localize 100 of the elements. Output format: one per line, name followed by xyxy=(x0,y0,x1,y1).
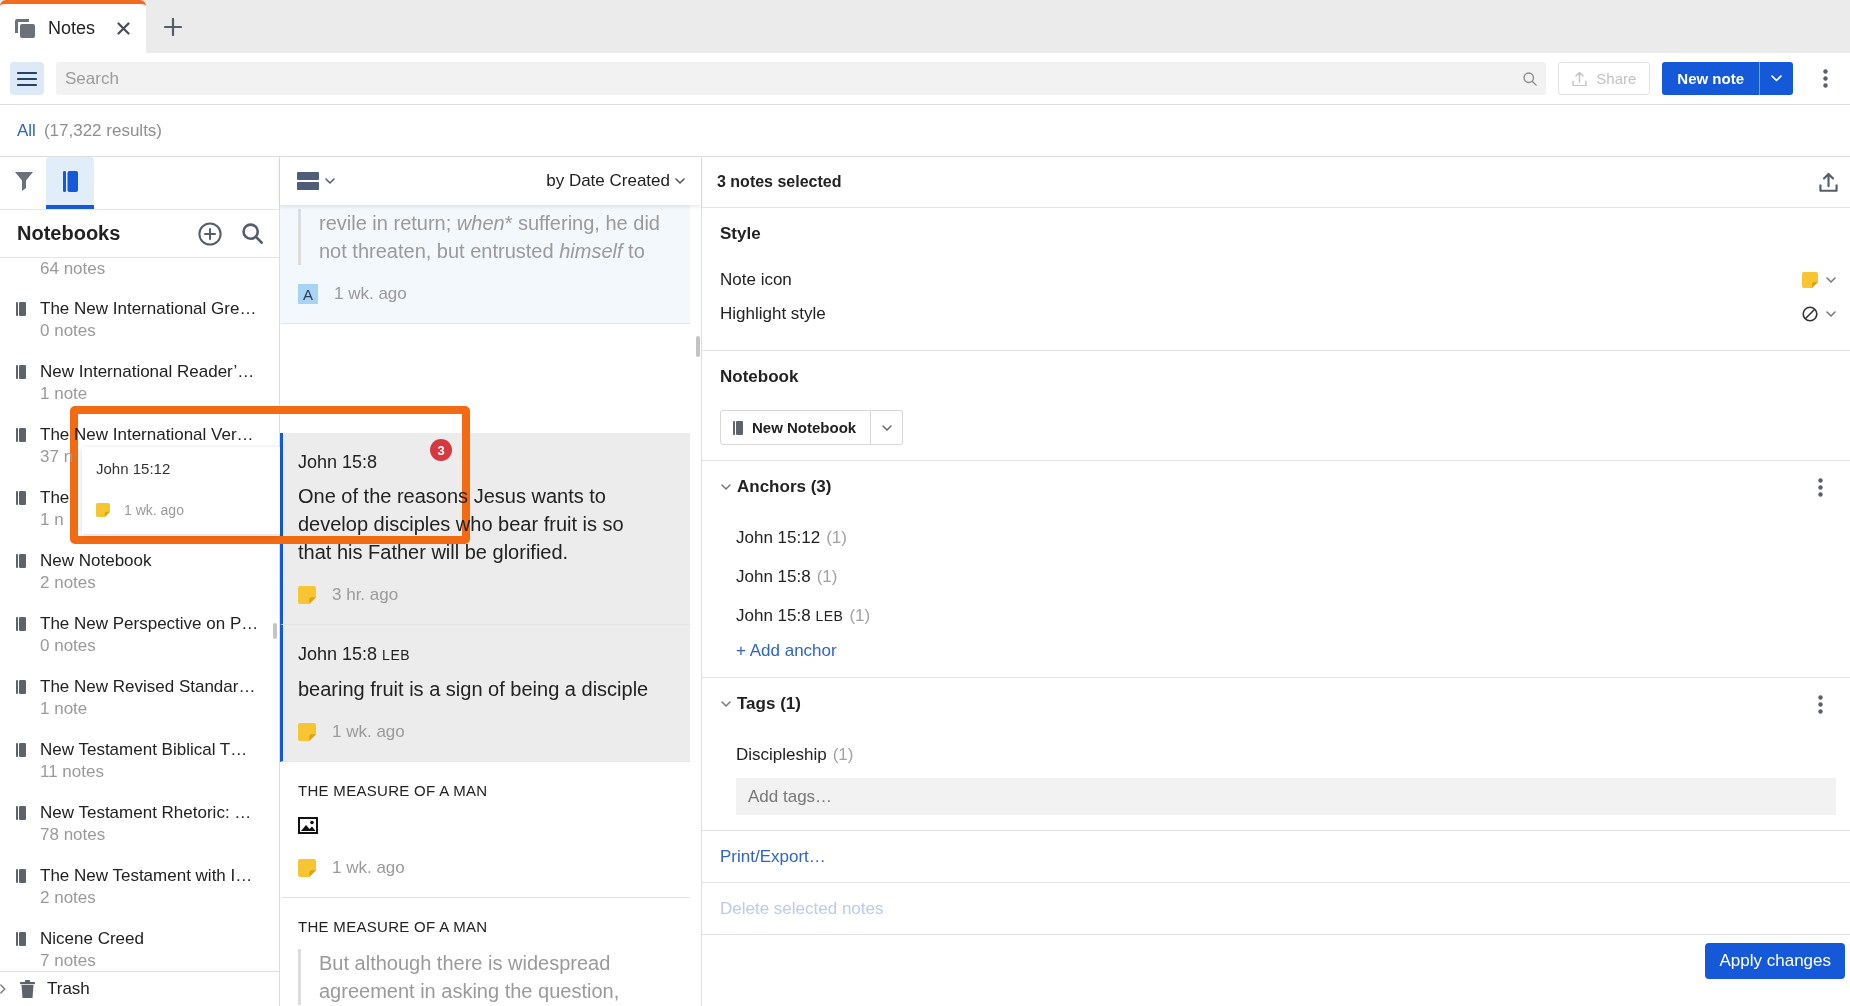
search-field[interactable]: Search xyxy=(56,62,1547,95)
search-icon[interactable] xyxy=(242,223,263,244)
note-time: 3 hr. ago xyxy=(332,585,399,605)
chevron-down-icon xyxy=(1826,277,1836,283)
add-anchor-link[interactable]: + Add anchor xyxy=(736,635,837,666)
notebook-icon xyxy=(16,364,26,379)
notebook-icon xyxy=(16,301,26,316)
note-count: 0 notes xyxy=(40,320,96,341)
anchor-count: (1) xyxy=(816,566,838,587)
chevron-down-icon xyxy=(675,178,685,184)
view-mode-button[interactable] xyxy=(297,172,335,190)
notebook-icon xyxy=(16,427,26,442)
note-time: 1 wk. ago xyxy=(334,284,407,304)
sort-dropdown[interactable]: by Date Created xyxy=(546,171,685,191)
section-title: Tags (1) xyxy=(737,694,802,714)
panel-title: Notebooks xyxy=(17,222,122,245)
notebook-icon xyxy=(16,931,26,946)
note-item[interactable]: John 15:8 LEB bearing fruit is a sign of being a disciple 1 wk. ago xyxy=(280,625,690,762)
stacked-pages-icon xyxy=(15,19,35,38)
note-count: 64 notes xyxy=(40,258,106,280)
notebook-icon xyxy=(62,170,78,192)
highlight-marker: A xyxy=(298,284,318,304)
chevron-right-icon[interactable] xyxy=(0,983,6,995)
notebook-icon xyxy=(733,420,743,435)
add-circle-icon[interactable] xyxy=(198,221,222,246)
close-icon[interactable] xyxy=(117,22,130,35)
note-reference: John 15:8 LEB xyxy=(298,643,411,666)
notebook-title[interactable]: New Notebook xyxy=(40,549,152,572)
more-icon[interactable] xyxy=(1818,694,1823,714)
section-title: Anchors (3) xyxy=(737,477,833,497)
trash-label[interactable]: Trash xyxy=(47,979,90,999)
chevron-down-icon xyxy=(881,424,892,431)
notebook-icon xyxy=(16,868,26,883)
sticky-note-icon xyxy=(298,586,316,604)
export-icon[interactable] xyxy=(1819,171,1838,193)
scope-link[interactable]: All xyxy=(17,120,36,141)
notebook-icon xyxy=(16,679,26,694)
setting-label: Note icon xyxy=(720,270,792,290)
notebook-title[interactable]: New International Reader’… xyxy=(40,360,255,383)
upload-icon xyxy=(1572,70,1588,87)
note-title: THE MEASURE OF A MAN xyxy=(298,917,488,937)
quoted-text: revile in return; when* suffering, he did not threaten, but entrusted himself to xyxy=(298,209,676,265)
anchor-reference[interactable]: John 15:8 LEB xyxy=(736,605,844,626)
note-title: THE MEASURE OF A MAN xyxy=(298,781,488,801)
scrollbar-thumb[interactable] xyxy=(273,623,277,639)
notebook-title[interactable]: Nicene Creed xyxy=(40,927,144,950)
notebooks-tab[interactable] xyxy=(46,157,94,209)
sticky-note-icon xyxy=(96,503,110,517)
new-note-button[interactable]: New note xyxy=(1662,62,1759,95)
selection-title: 3 notes selected xyxy=(717,173,842,191)
notebook-select[interactable]: New Notebook xyxy=(720,410,872,445)
trash-icon[interactable] xyxy=(20,980,35,998)
add-tags-field[interactable]: Add tags… xyxy=(736,778,1836,815)
note-count: 2 notes xyxy=(40,887,96,908)
quoted-text: But although there is widespread agreement in asking the question, xyxy=(298,949,676,1005)
image-icon xyxy=(298,816,318,834)
search-icon[interactable] xyxy=(1523,72,1538,86)
notebook-title[interactable]: The New Perspective on P… xyxy=(40,612,259,635)
note-time: 1 wk. ago xyxy=(332,858,405,878)
scrollbar-thumb[interactable] xyxy=(696,336,700,357)
notes-tab[interactable]: Notes xyxy=(0,0,146,53)
drag-preview-time: 1 wk. ago xyxy=(124,502,184,518)
chevron-down-icon[interactable] xyxy=(721,484,731,490)
chevron-down-icon xyxy=(1826,311,1836,317)
more-icon[interactable] xyxy=(1818,477,1823,497)
menu-button[interactable] xyxy=(10,62,44,95)
tag-count: (1) xyxy=(832,744,854,765)
menu-icon xyxy=(17,70,37,87)
notebook-title[interactable]: The New Revised Standar… xyxy=(40,675,256,698)
sticky-note-icon xyxy=(298,859,316,877)
note-count: 1 note xyxy=(40,698,88,719)
notebook-title[interactable]: New Testament Rhetoric: … xyxy=(40,801,252,824)
print-export-link[interactable]: Print/Export… xyxy=(720,846,826,867)
notebook-icon xyxy=(16,490,26,505)
notebook-title[interactable]: The xyxy=(40,486,70,509)
note-count: 1 n xyxy=(40,509,64,530)
note-text: bearing fruit is a sign of being a disciple xyxy=(298,677,650,702)
apply-changes-button[interactable]: Apply changes xyxy=(1705,943,1845,979)
chevron-down-icon xyxy=(325,178,335,184)
new-note-menu-button[interactable] xyxy=(1759,62,1793,95)
filter-icon xyxy=(15,171,33,191)
note-reference: John 15:8 xyxy=(298,451,378,474)
anchor-reference[interactable]: John 15:12 xyxy=(736,527,821,548)
section-title: Style xyxy=(720,223,761,245)
notebook-title[interactable]: New Testament Biblical T… xyxy=(40,738,248,761)
notebook-title[interactable]: The New International Gre… xyxy=(40,297,257,320)
setting-dropdown[interactable] xyxy=(1802,306,1836,322)
sticky-note-icon xyxy=(298,723,316,741)
notebook-icon xyxy=(16,616,26,631)
notebook-title[interactable]: The New Testament with I… xyxy=(40,864,253,887)
chevron-down-icon[interactable] xyxy=(721,701,731,707)
note-item[interactable]: revile in return; when* suffering, he did not threaten, but entrusted himself to A 1 wk. ago xyxy=(280,205,690,324)
note-count: 2 notes xyxy=(40,572,96,593)
sticky-note-icon xyxy=(1802,272,1818,288)
note-count: 11 notes xyxy=(40,761,104,782)
tag-name[interactable]: Discipleship xyxy=(736,744,827,765)
plus-icon[interactable] xyxy=(164,17,182,36)
more-icon[interactable] xyxy=(1822,69,1828,88)
chevron-down-icon xyxy=(1771,75,1782,82)
anchor-reference[interactable]: John 15:8 xyxy=(736,566,811,587)
